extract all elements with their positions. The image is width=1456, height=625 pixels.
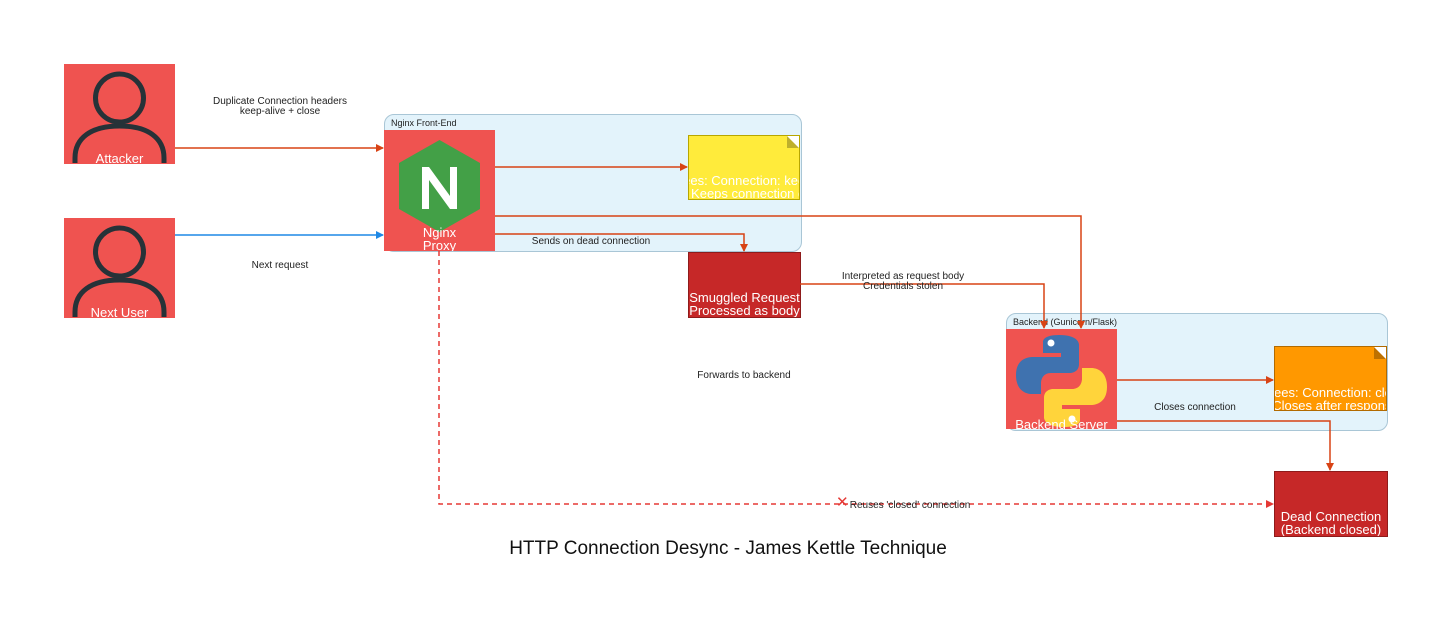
- edge-label-forwards: Forwards to backend: [697, 370, 791, 381]
- diagram-title: HTTP Connection Desync - James Kettle Te…: [509, 538, 947, 559]
- edge-label-closes: Closes connection: [1154, 402, 1236, 413]
- edge-nginx-backend: [495, 215, 1085, 329]
- edge-label-next-request: Next request: [251, 260, 309, 271]
- edges-layer: [175, 144, 1334, 508]
- edge-label-interpreted-line2: Credentials stolen: [862, 281, 944, 292]
- edge-label-reuses: Reuses 'closed' connection: [849, 500, 971, 511]
- cross-mark-icon: ✕: [836, 494, 849, 511]
- edge-label-sends-dead: Sends on dead connection: [531, 236, 651, 247]
- edge-label-duplicate-line2: keep-alive + close: [239, 106, 321, 117]
- edge-backend-dead: [1117, 420, 1334, 471]
